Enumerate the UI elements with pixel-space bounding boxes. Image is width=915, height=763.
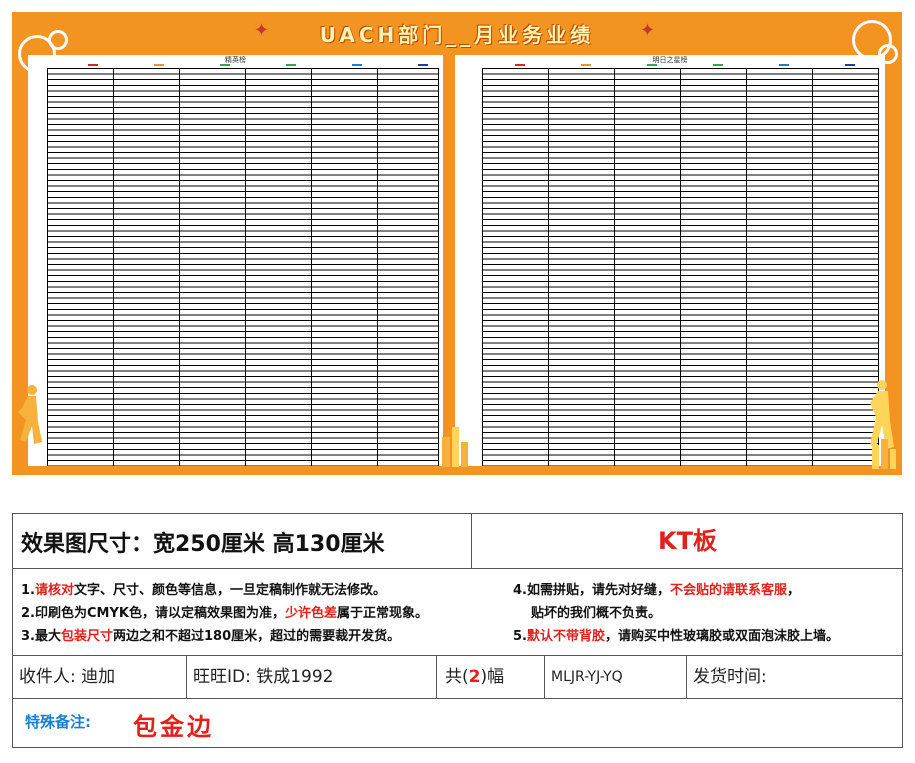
column-tag xyxy=(515,64,525,66)
note-2-highlight: 少许色差 xyxy=(284,606,337,621)
column-tag xyxy=(581,64,591,66)
note-3-highlight: 包装尺寸 xyxy=(60,629,113,644)
recipient-cell: 收件人: 迪加 xyxy=(13,656,187,698)
remark-row: 特殊备注: 包金边 xyxy=(13,699,902,747)
board-title: UACH部门__月业务业绩 xyxy=(319,23,595,47)
column-tag xyxy=(154,64,164,66)
column-line xyxy=(245,68,246,466)
note-4-highlight: 不会贴的请联系客服 xyxy=(669,583,787,598)
count-suffix: )幅 xyxy=(480,667,505,687)
count-value: 2 xyxy=(468,667,481,687)
note-5-highlight: 默认不带背胶 xyxy=(526,629,605,644)
column-tag xyxy=(845,64,855,66)
note-4-prefix: 4.如需拼贴，请先对好缝， xyxy=(513,583,670,598)
note-1-highlight: 请核对 xyxy=(34,583,74,598)
column-line xyxy=(311,68,312,466)
column-line xyxy=(377,68,378,466)
note-2-prefix: 2.印刷色为CMYK色，请以定稿效果图为准， xyxy=(21,606,285,621)
left-panel: 精英榜 xyxy=(28,55,443,466)
wangwang-cell: 旺旺ID: 铁成1992 xyxy=(187,656,437,698)
note-4: 4.如需拼贴，请先对好缝，不会贴的请联系客服， xyxy=(513,579,800,598)
count-cell: 共(2)幅 xyxy=(437,656,545,698)
column-tag xyxy=(418,64,428,66)
column-line xyxy=(482,68,483,466)
column-line xyxy=(438,68,439,466)
count-prefix: 共( xyxy=(445,667,469,687)
notes-section: 1.请核对文字、尺寸、颜色等信息，一旦定稿制作就无法修改。 2.印刷色为CMYK… xyxy=(13,569,902,656)
note-1: 1.请核对文字、尺寸、颜色等信息，一旦定稿制作就无法修改。 xyxy=(21,579,386,598)
column-line xyxy=(746,68,747,466)
column-line xyxy=(614,68,615,466)
note-1-prefix: 1. xyxy=(21,583,35,598)
column-line xyxy=(113,68,114,466)
note-5-prefix: 5. xyxy=(513,629,527,644)
remark-value: 包金边 xyxy=(133,713,214,741)
code-cell: MLJR-YJ-YQ xyxy=(545,656,687,698)
column-tag xyxy=(647,64,657,66)
ship-time-cell: 发货时间: xyxy=(693,667,767,687)
column-tag xyxy=(220,64,230,66)
column-line xyxy=(179,68,180,466)
column-line xyxy=(47,68,48,466)
remark-label: 特殊备注: xyxy=(25,713,91,731)
city-skyline-right-icon xyxy=(872,439,896,469)
size-row: 效果图尺寸：宽250厘米 高130厘米 KT板 xyxy=(13,514,902,569)
column-line xyxy=(680,68,681,466)
column-line xyxy=(548,68,549,466)
note-4-continued: 贴坏的我们概不负责。 xyxy=(531,606,662,621)
size-text: 效果图尺寸：宽250厘米 高130厘米 xyxy=(21,532,385,557)
column-tag xyxy=(779,64,789,66)
note-1-text: 文字、尺寸、颜色等信息，一旦定稿制作就无法修改。 xyxy=(74,583,387,598)
column-tag xyxy=(352,64,362,66)
right-panel: 明日之星榜 xyxy=(455,55,885,466)
order-info-table: 效果图尺寸：宽250厘米 高130厘米 KT板 1.请核对文字、尺寸、颜色等信息… xyxy=(12,513,903,748)
note-3: 3.最大包装尺寸两边之和不超过180厘米，超过的需要裁开发货。 xyxy=(21,625,400,644)
column-tag xyxy=(286,64,296,66)
city-skyline-icon xyxy=(442,427,468,467)
note-3-prefix: 3.最大 xyxy=(21,629,61,644)
note-4-text: ， xyxy=(787,583,801,598)
material-text: KT板 xyxy=(471,514,903,568)
note-2-text: 属于正常现象。 xyxy=(336,606,428,621)
display-board: ✦ UACH部门__月业务业绩 ✦ 精英榜 明日之星榜 xyxy=(12,12,902,475)
ruled-rows xyxy=(47,68,439,466)
note-5-text: ，请购买中性玻璃胶或双面泡沫胶上墙。 xyxy=(605,629,840,644)
note-2: 2.印刷色为CMYK色，请以定稿效果图为准，少许色差属于正常现象。 xyxy=(21,602,428,621)
column-line xyxy=(812,68,813,466)
note-5: 5.默认不带背胶，请购买中性玻璃胶或双面泡沫胶上墙。 xyxy=(513,625,839,644)
runner-left-icon xyxy=(18,385,42,444)
column-tag xyxy=(713,64,723,66)
column-tag xyxy=(88,64,98,66)
title-wing-right-icon: ✦ xyxy=(640,20,656,41)
shipping-row: 收件人: 迪加 旺旺ID: 铁成1992 共(2)幅 MLJR-YJ-YQ 发货… xyxy=(13,656,902,699)
note-3-text: 两边之和不超过180厘米，超过的需要裁开发货。 xyxy=(113,629,401,644)
